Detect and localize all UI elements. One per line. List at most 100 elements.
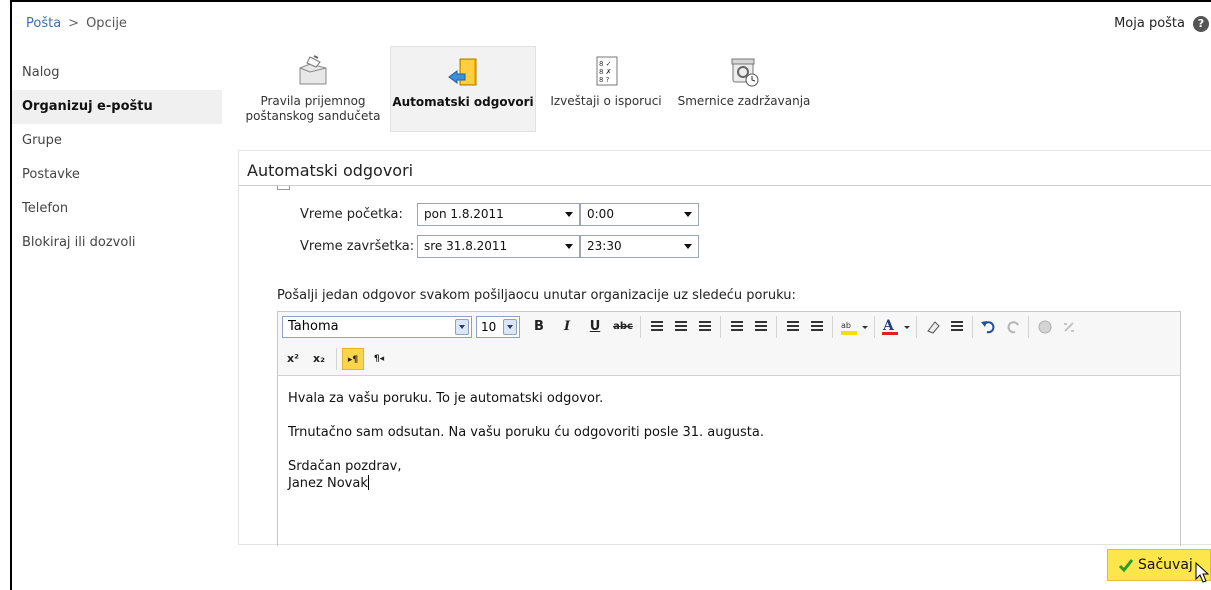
- subscript-button[interactable]: x₂: [308, 348, 330, 370]
- font-color-icon: A: [882, 318, 910, 335]
- svg-text:A: A: [882, 318, 895, 334]
- inbox-rules-label-2: poštanskog sandučeta: [245, 109, 381, 123]
- help-icon[interactable]: ?: [1193, 16, 1209, 32]
- toolbar-separator: [972, 316, 973, 338]
- message-line: Srdačan pozdrav,: [288, 459, 402, 474]
- time-range-checkbox[interactable]: [277, 186, 290, 190]
- underline-button[interactable]: U: [584, 316, 606, 338]
- sidebar-item-settings[interactable]: Postavke: [12, 158, 222, 192]
- rtl-direction-button[interactable]: ¶◂: [368, 348, 390, 370]
- toolbar-separator: [832, 316, 833, 338]
- retention-policies-label: Smernice zadržavanja: [677, 94, 811, 108]
- panel-title-rule: [239, 185, 1211, 186]
- increase-indent-button[interactable]: [806, 316, 828, 338]
- toolbar-separator: [874, 316, 875, 338]
- font-size-select[interactable]: 10: [476, 316, 520, 338]
- sidebar-item-account[interactable]: Nalog: [12, 56, 222, 90]
- strikethrough-button[interactable]: abc: [612, 316, 634, 338]
- bold-button[interactable]: B: [528, 316, 550, 338]
- sidebar-item-groups[interactable]: Grupe: [12, 124, 222, 158]
- svg-text:8 ?: 8 ?: [599, 76, 610, 84]
- sidebar-item-phone[interactable]: Telefon: [12, 192, 222, 226]
- message-line: Trnutačno sam odsutan. Na vašu poruku ću…: [288, 425, 764, 440]
- header: Pošta > Opcije Moja pošta ?: [12, 2, 1211, 46]
- align-center-button[interactable]: [670, 316, 692, 338]
- font-family-select[interactable]: Tahoma: [282, 316, 472, 338]
- indent-icon: [811, 321, 823, 332]
- font-size-value: 10: [481, 320, 497, 334]
- svg-text:8 ✗: 8 ✗: [599, 68, 612, 76]
- my-mail-link[interactable]: Moja pošta: [1114, 16, 1185, 31]
- eraser-icon: [927, 321, 940, 334]
- redo-button[interactable]: [1002, 316, 1024, 338]
- align-right-icon: [699, 321, 711, 332]
- reply-message-editor: Tahoma 10 B I U abc ab A x² x₂ ▸¶ ¶◂ Hva…: [277, 311, 1181, 546]
- retention-policies-icon: [731, 58, 759, 87]
- superscript-button[interactable]: x²: [282, 348, 304, 370]
- toolbar-separator: [640, 316, 641, 338]
- svg-text:8 ✓: 8 ✓: [599, 60, 612, 68]
- message-line: Hvala za vašu poruku. To je automatski o…: [288, 391, 604, 406]
- start-time-label: Vreme početka:: [300, 207, 403, 222]
- toolbar-separator: [1028, 316, 1029, 338]
- bullet-list-button[interactable]: [726, 316, 748, 338]
- highlighter-icon: ab: [841, 321, 868, 335]
- inbox-rules-button[interactable]: Pravila prijemnog poštanskog sandučeta: [238, 46, 388, 132]
- auto-replies-label: Automatski odgovori: [392, 95, 534, 109]
- message-line-signature: Janez Novak: [288, 475, 764, 492]
- end-date-value: sre 31.8.2011: [424, 239, 508, 253]
- globe-link-icon: [1038, 320, 1052, 334]
- line-spacing-icon: [951, 321, 963, 332]
- start-date-select[interactable]: pon 1.8.2011: [417, 203, 580, 226]
- chevron-down-icon: [503, 319, 517, 335]
- sidebar: Nalog Organizuj e-poštu Grupe Postavke T…: [12, 56, 222, 260]
- undo-button[interactable]: [978, 316, 1000, 338]
- panel-title: Automatski odgovori: [247, 161, 414, 180]
- message-body[interactable]: Hvala za vašu poruku. To je automatski o…: [288, 390, 764, 492]
- line-spacing-button[interactable]: [946, 316, 968, 338]
- remove-link-button[interactable]: [1058, 316, 1080, 338]
- text-caret: [367, 475, 369, 490]
- redo-icon: [1007, 321, 1019, 334]
- align-left-button[interactable]: [646, 316, 668, 338]
- chevron-down-icon: [455, 319, 469, 335]
- delivery-reports-button[interactable]: 8 ✓ 8 ✗ 8 ? Izveštaji o isporuci: [542, 46, 670, 132]
- start-time-value: 0:00: [587, 207, 614, 221]
- end-time-select[interactable]: 23:30: [580, 235, 699, 258]
- breadcrumb-mail-link[interactable]: Pošta: [26, 16, 61, 31]
- align-left-icon: [651, 321, 663, 332]
- chevron-down-icon: [565, 212, 573, 217]
- ltr-direction-button[interactable]: ▸¶: [342, 348, 364, 370]
- outdent-icon: [787, 321, 799, 332]
- editor-toolbar: Tahoma 10 B I U abc ab A x² x₂ ▸¶ ¶◂: [278, 312, 1180, 376]
- delivery-reports-icon: 8 ✓ 8 ✗ 8 ?: [596, 56, 618, 86]
- auto-replies-button[interactable]: Automatski odgovori: [390, 46, 536, 132]
- inbox-rules-icon: [299, 55, 327, 85]
- check-icon: [1118, 559, 1134, 573]
- toolbar-separator: [336, 348, 337, 370]
- numbered-list-button[interactable]: [750, 316, 772, 338]
- toolbar-separator: [776, 316, 777, 338]
- start-time-select[interactable]: 0:00: [580, 203, 699, 226]
- align-center-icon: [675, 321, 687, 332]
- numbered-list-icon: [755, 321, 767, 332]
- end-time-value: 23:30: [587, 239, 622, 253]
- highlight-button[interactable]: ab: [838, 316, 870, 338]
- breadcrumb-separator: >: [68, 16, 80, 31]
- retention-policies-button[interactable]: Smernice zadržavanja: [674, 46, 814, 132]
- internal-reply-label: Pošalji jedan odgovor svakom pošiljaocu …: [277, 288, 796, 303]
- italic-button[interactable]: I: [556, 316, 578, 338]
- signature-text: Janez Novak: [288, 476, 368, 491]
- chevron-down-icon: [684, 244, 692, 249]
- insert-link-button[interactable]: [1034, 316, 1056, 338]
- align-right-button[interactable]: [694, 316, 716, 338]
- breadcrumb: Pošta > Opcije: [26, 16, 127, 31]
- end-date-select[interactable]: sre 31.8.2011: [417, 235, 580, 258]
- breadcrumb-current: Opcije: [86, 16, 127, 31]
- start-date-value: pon 1.8.2011: [424, 207, 504, 221]
- sidebar-item-block-allow[interactable]: Blokiraj ili dozvoli: [12, 226, 222, 260]
- clear-formatting-button[interactable]: [922, 316, 944, 338]
- decrease-indent-button[interactable]: [782, 316, 804, 338]
- sidebar-item-organize-email[interactable]: Organizuj e-poštu: [12, 90, 222, 124]
- font-color-button[interactable]: A: [880, 316, 912, 338]
